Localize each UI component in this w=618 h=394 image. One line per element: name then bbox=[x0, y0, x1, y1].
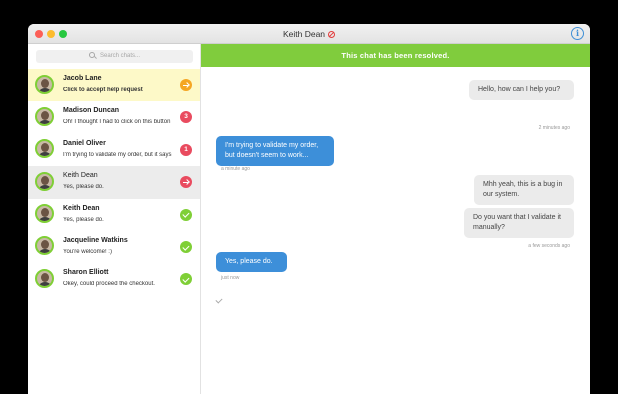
message-bubble-outgoing: Hello, how can I help you? bbox=[469, 80, 574, 100]
arrow-right-icon[interactable] bbox=[180, 79, 192, 91]
search-placeholder: Search chats... bbox=[99, 53, 141, 59]
contact-name: Madison Duncan bbox=[63, 107, 120, 115]
chat-sidebar: Search chats... Jacob Lane Click to acce… bbox=[28, 44, 201, 394]
resolved-banner: This chat has been resolved. bbox=[201, 44, 590, 67]
contact-name: Jacob Lane bbox=[63, 75, 102, 82]
message-timestamp: 2 minutes ago bbox=[538, 125, 570, 131]
avatar bbox=[35, 106, 54, 126]
ban-icon bbox=[328, 31, 336, 38]
message-preview: Click to accept help request bbox=[63, 87, 143, 93]
avatar bbox=[35, 236, 54, 256]
avatar bbox=[35, 171, 54, 191]
message-bubble-outgoing: Do you want that I validate it manually? bbox=[464, 208, 574, 238]
avatar bbox=[35, 139, 54, 159]
search-icon bbox=[88, 52, 95, 58]
message-bubble-incoming: I'm trying to validate my order, but doe… bbox=[216, 136, 334, 166]
contact-name: Jacqueline Watkins bbox=[63, 236, 128, 244]
window-title-wrap: Keith Dean bbox=[28, 24, 590, 44]
chat-list-item[interactable]: Jacob Lane Click to accept help request bbox=[28, 69, 200, 102]
unread-count-badge: 1 bbox=[180, 143, 192, 156]
message-bubble-outgoing: Mhh yeah, this is a bug in our system. bbox=[474, 175, 574, 205]
message-timestamp: a minute ago bbox=[221, 166, 250, 172]
check-icon bbox=[180, 273, 192, 286]
chat-list-item[interactable]: Daniel Oliver I'm trying to validate my … bbox=[28, 134, 200, 166]
chat-list-item[interactable]: Madison Duncan Oh! I thought I had to cl… bbox=[28, 101, 200, 133]
message-preview: Oh! I thought I had to click on this but… bbox=[63, 119, 171, 126]
chat-list-item[interactable]: Keith Dean Yes, please do. bbox=[28, 199, 200, 231]
chat-list-item[interactable]: Jacqueline Watkins You're welcome! :) bbox=[28, 231, 200, 263]
contact-name: Keith Dean bbox=[63, 172, 98, 180]
contact-name: Sharon Elliott bbox=[63, 269, 109, 277]
avatar bbox=[35, 74, 54, 94]
info-icon[interactable]: i bbox=[571, 27, 584, 40]
message-timestamp: just now bbox=[221, 275, 240, 281]
arrow-right-icon[interactable] bbox=[180, 176, 192, 189]
chat-list-item[interactable]: Keith Dean Yes, please do. bbox=[28, 166, 200, 199]
message-bubble-incoming: Yes, please do. bbox=[216, 252, 287, 272]
contact-name: Keith Dean bbox=[63, 204, 100, 212]
message-preview: I'm trying to validate my order, but it … bbox=[63, 151, 172, 158]
search-input[interactable]: Search chats... bbox=[36, 50, 193, 63]
message-preview: You're welcome! :) bbox=[63, 248, 112, 255]
check-icon bbox=[180, 240, 192, 253]
avatar bbox=[35, 268, 54, 288]
unread-count-badge: 3 bbox=[180, 111, 192, 124]
message-timestamp: a few seconds ago bbox=[528, 243, 570, 249]
read-receipt-check-icon bbox=[215, 296, 223, 304]
message-preview: Okey, could proceed the checkout. bbox=[63, 281, 155, 288]
chat-list: Jacob Lane Click to accept help request … bbox=[28, 69, 200, 296]
chat-window: Keith Dean i Search chats... Jacob Lane … bbox=[28, 24, 590, 394]
window-title: Keith Dean bbox=[282, 29, 326, 39]
chat-list-item[interactable]: Sharon Elliott Okey, could proceed the c… bbox=[28, 263, 200, 295]
contact-name: Daniel Oliver bbox=[63, 139, 106, 147]
check-icon bbox=[180, 208, 192, 221]
title-bar: Keith Dean i bbox=[28, 24, 590, 44]
conversation-pane: This chat has been resolved. Hello, how … bbox=[201, 44, 590, 394]
message-preview: Yes, please do. bbox=[63, 184, 104, 191]
message-preview: Yes, please do. bbox=[63, 216, 104, 223]
avatar bbox=[35, 204, 54, 224]
